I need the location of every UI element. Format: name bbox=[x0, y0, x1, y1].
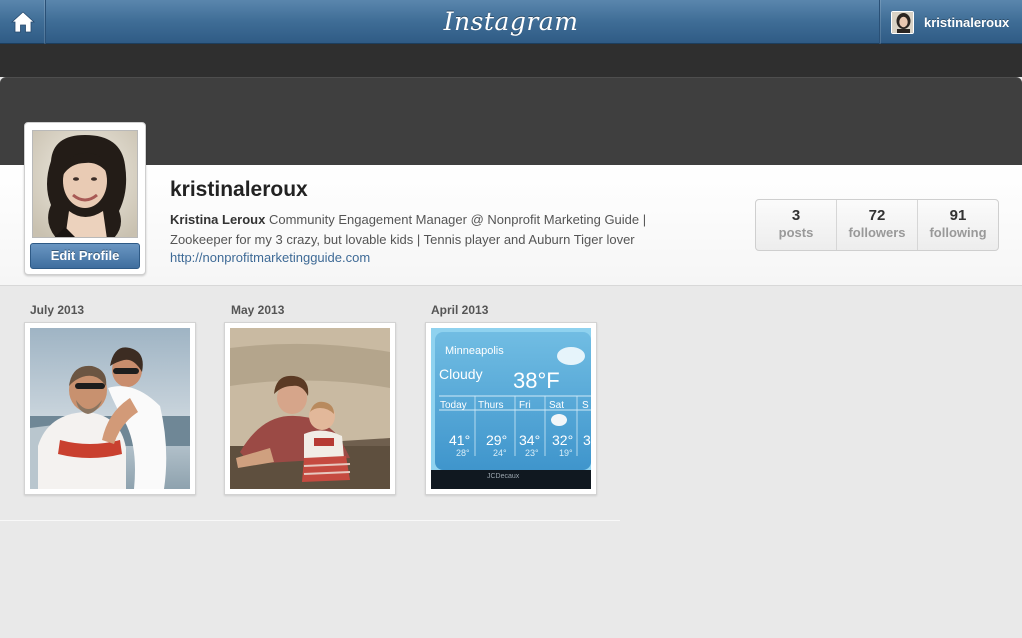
weather-low: 23° bbox=[525, 448, 539, 458]
photo-thumbnail[interactable]: Minneapolis Cloudy 38°F Today Thurs Fri … bbox=[425, 322, 597, 495]
profile-website-link[interactable]: http://nonprofitmarketingguide.com bbox=[170, 250, 370, 265]
weather-day: Today bbox=[440, 400, 467, 411]
weather-condition: Cloudy bbox=[439, 366, 483, 382]
weather-high: 29° bbox=[486, 432, 508, 448]
divider bbox=[0, 520, 620, 521]
weather-day: Thurs bbox=[478, 400, 504, 411]
top-navigation-bar: Instagram kristinaleroux bbox=[0, 0, 1022, 44]
weather-day: Sat bbox=[549, 400, 565, 411]
home-button[interactable] bbox=[0, 0, 46, 44]
weather-low: 19° bbox=[559, 448, 573, 458]
profile-stats: 3 posts 72 followers 91 following bbox=[755, 199, 999, 251]
profile-username: kristinaleroux bbox=[170, 178, 308, 201]
stat-following[interactable]: 91 following bbox=[917, 200, 998, 250]
stat-followers[interactable]: 72 followers bbox=[836, 200, 917, 250]
stat-posts-count: 3 bbox=[791, 207, 801, 224]
stat-posts-label: posts bbox=[778, 225, 814, 240]
photo-thumbnail[interactable] bbox=[24, 322, 196, 495]
profile-bio: Kristina Leroux Community Engagement Man… bbox=[170, 210, 690, 250]
photo-couple bbox=[30, 328, 190, 489]
profile-picture bbox=[32, 130, 138, 238]
weather-temperature: 38°F bbox=[513, 368, 560, 393]
photo-weather-screen: Minneapolis Cloudy 38°F Today Thurs Fri … bbox=[431, 328, 591, 489]
instagram-logo[interactable]: Instagram bbox=[440, 4, 582, 40]
stat-followers-count: 72 bbox=[868, 207, 886, 224]
photo-vintage-family bbox=[230, 328, 390, 489]
month-label: May 2013 bbox=[231, 303, 285, 317]
avatar bbox=[891, 10, 914, 34]
profile-cover bbox=[0, 77, 1022, 165]
stat-following-count: 91 bbox=[949, 207, 967, 224]
weather-low: 28° bbox=[456, 448, 470, 458]
month-label: July 2013 bbox=[30, 303, 85, 317]
weather-day: S bbox=[582, 400, 589, 411]
profile-full-name: Kristina Leroux bbox=[170, 212, 266, 227]
user-menu[interactable]: kristinaleroux bbox=[879, 0, 1022, 44]
stat-followers-label: followers bbox=[848, 225, 906, 240]
weather-day: Fri bbox=[519, 400, 531, 411]
weather-high: 3 bbox=[583, 432, 591, 448]
stat-following-label: following bbox=[929, 225, 987, 240]
month-label: April 2013 bbox=[431, 303, 489, 317]
weather-high: 32° bbox=[552, 432, 574, 448]
home-icon bbox=[10, 11, 35, 33]
profile-picture-card: Edit Profile bbox=[24, 122, 146, 275]
weather-footer-brand: JCDecaux bbox=[487, 473, 520, 480]
edit-profile-button[interactable]: Edit Profile bbox=[30, 243, 140, 269]
weather-city: Minneapolis bbox=[445, 345, 504, 357]
weather-high: 41° bbox=[449, 432, 471, 448]
page-backdrop bbox=[0, 44, 1022, 77]
header-username: kristinaleroux bbox=[924, 14, 1010, 30]
photo-thumbnail[interactable] bbox=[224, 322, 396, 495]
weather-high: 34° bbox=[519, 432, 541, 448]
stat-posts[interactable]: 3 posts bbox=[756, 200, 836, 250]
weather-low: 24° bbox=[493, 448, 507, 458]
